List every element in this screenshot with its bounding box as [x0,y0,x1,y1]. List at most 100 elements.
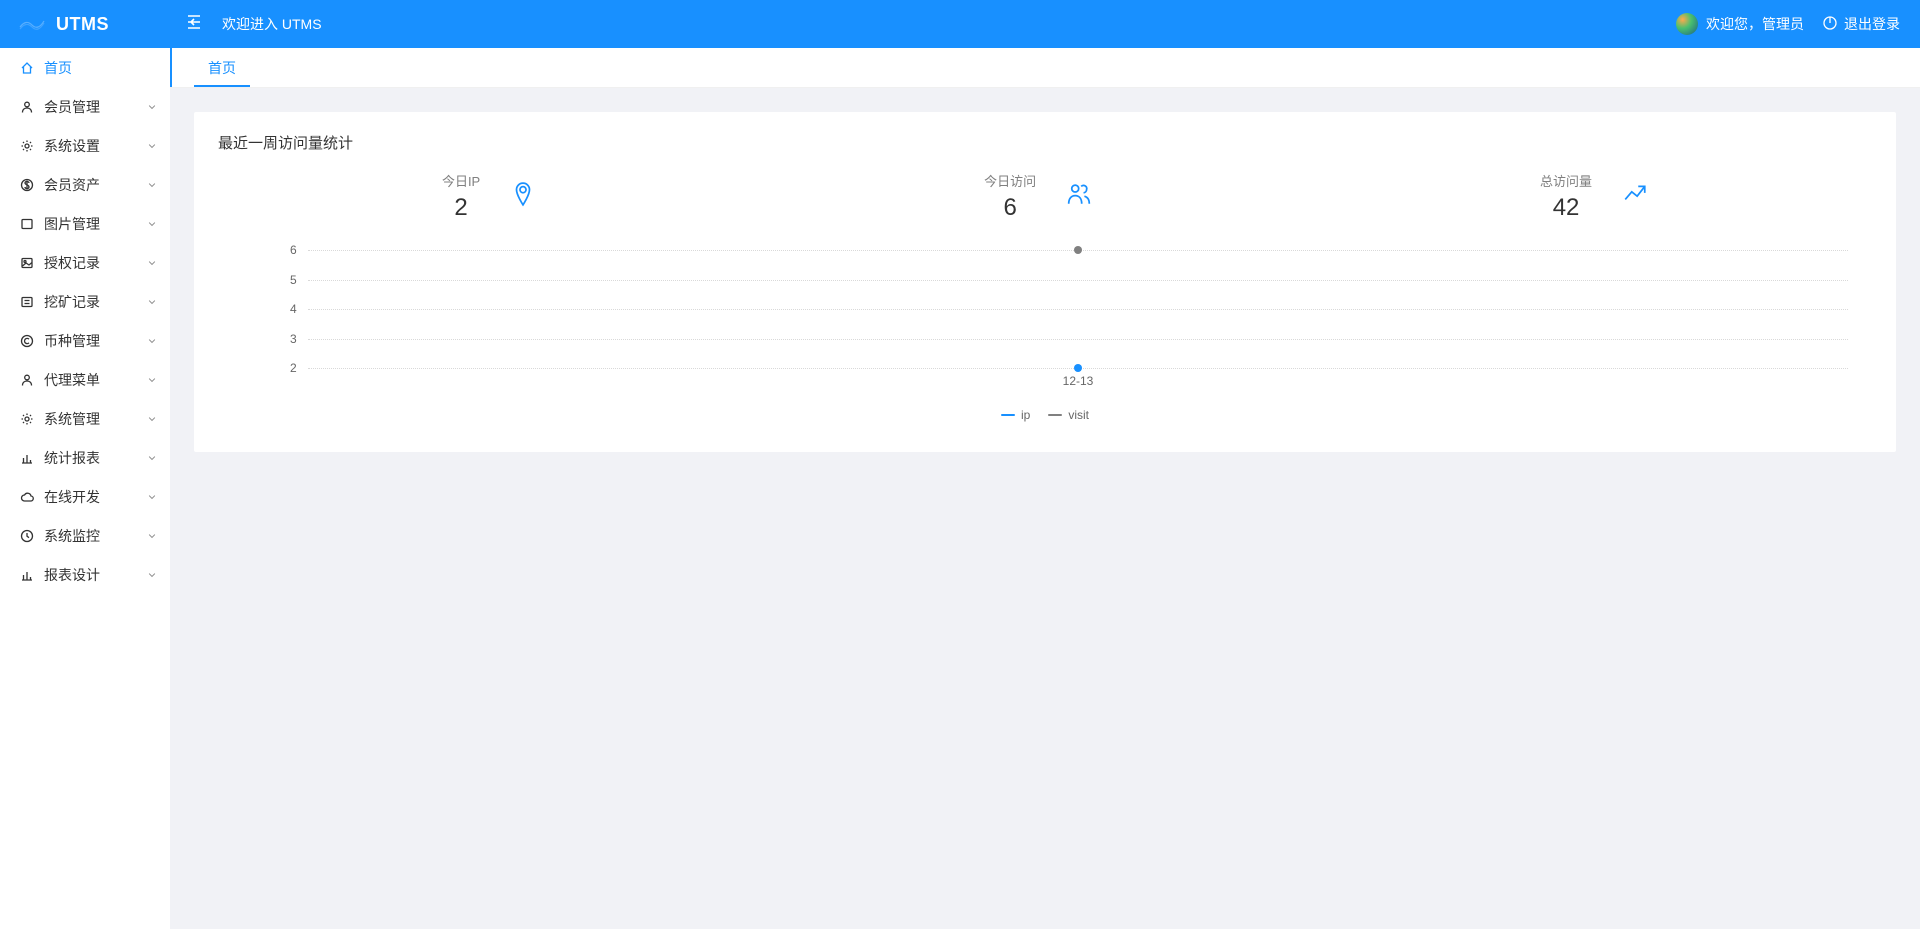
sidebar-item-label: 在线开发 [44,487,147,507]
sidebar-item-6[interactable]: 挖矿记录 [0,282,169,321]
sidebar-item-7[interactable]: 币种管理 [0,321,169,360]
sidebar-item-9[interactable]: 系统管理 [0,399,169,438]
chart-gridline [308,309,1848,310]
image-box-icon [20,217,34,231]
stat-label: 今日IP [442,171,480,190]
gear-icon [20,412,34,426]
sidebar-collapse-button[interactable] [170,13,218,36]
stat-value: 42 [1540,194,1592,222]
chevron-down-icon [147,180,157,190]
sidebar-item-13[interactable]: 报表设计 [0,555,169,594]
header-title: 欢迎进入 UTMS [218,14,322,34]
chevron-down-icon [147,297,157,307]
chart-ytick: 4 [290,302,297,316]
cloud-icon [20,490,34,504]
app-header: UTMS 欢迎进入 UTMS 欢迎您，管理员 退出登录 [0,0,1920,48]
logout-button[interactable]: 退出登录 [1822,14,1900,34]
legend-item-visit[interactable]: visit [1048,408,1089,422]
sidebar-item-3[interactable]: 会员资产 [0,165,169,204]
chart-point-visit [1074,246,1082,254]
home-icon [20,61,34,75]
trend-icon [1622,181,1648,212]
copyright-icon [20,334,34,348]
sidebar-item-label: 报表设计 [44,565,147,585]
chevron-down-icon [147,570,157,580]
user-icon [20,100,34,114]
logout-label: 退出登录 [1844,14,1900,34]
chevron-down-icon [147,531,157,541]
welcome-text: 欢迎您，管理员 [1706,14,1804,34]
logo-icon [18,17,46,31]
sidebar-item-label: 币种管理 [44,331,147,351]
legend-swatch-ip [1001,414,1015,417]
sidebar-item-label: 授权记录 [44,253,147,273]
chart-ytick: 3 [290,332,297,346]
chevron-down-icon [147,102,157,112]
chevron-down-icon [147,336,157,346]
dollar-icon [20,178,34,192]
sidebar-item-label: 会员资产 [44,175,147,195]
sidebar-item-label: 系统监控 [44,526,147,546]
sidebar-item-label: 统计报表 [44,448,147,468]
sidebar-item-12[interactable]: 系统监控 [0,516,169,555]
sidebar-item-1[interactable]: 会员管理 [0,87,169,126]
sidebar-item-label: 会员管理 [44,97,147,117]
chart-legend: ip visit [218,408,1872,422]
sidebar-item-4[interactable]: 图片管理 [0,204,169,243]
collapse-icon [185,13,203,36]
tab-bar: 首页 [170,48,1920,88]
bar-chart-icon [20,568,34,582]
header-right: 欢迎您，管理员 退出登录 [1676,13,1920,35]
legend-item-ip[interactable]: ip [1001,408,1030,422]
sidebar-item-5[interactable]: 授权记录 [0,243,169,282]
stat-2: 总访问量 42 [1540,171,1648,222]
pin-icon [510,181,536,212]
sidebar-item-11[interactable]: 在线开发 [0,477,169,516]
chevron-down-icon [147,219,157,229]
chart-gridline [308,280,1848,281]
chevron-down-icon [147,492,157,502]
card-title: 最近一周访问量统计 [218,132,1872,153]
stats-card: 最近一周访问量统计 今日IP2今日访问6总访问量42 2345612-13 ip… [194,112,1896,452]
chart-ytick: 6 [290,243,297,257]
sidebar-item-2[interactable]: 系统设置 [0,126,169,165]
chevron-down-icon [147,258,157,268]
chart-xlabel: 12-13 [1063,374,1094,388]
chart-ytick: 2 [290,361,297,375]
stat-1: 今日访问 6 [984,171,1092,222]
chevron-down-icon [147,414,157,424]
sidebar-item-10[interactable]: 统计报表 [0,438,169,477]
clock-icon [20,529,34,543]
sidebar-item-8[interactable]: 代理菜单 [0,360,169,399]
user-icon [20,373,34,387]
stats-row: 今日IP 2 今日访问 6 总访问量 42 [218,171,1872,222]
chevron-down-icon [147,141,157,151]
chart-gridline [308,339,1848,340]
chart-point-ip [1074,364,1082,372]
stat-label: 总访问量 [1540,171,1592,190]
sidebar-item-label: 图片管理 [44,214,147,234]
sidebar-item-label: 代理菜单 [44,370,147,390]
tab-0[interactable]: 首页 [184,48,260,87]
stat-label: 今日访问 [984,171,1036,190]
visits-chart: 2345612-13 ip visit [218,242,1872,422]
sidebar-item-label: 挖矿记录 [44,292,147,312]
legend-label-ip: ip [1021,408,1030,422]
content-area: 最近一周访问量统计 今日IP2今日访问6总访问量42 2345612-13 ip… [170,88,1920,929]
main-area: 首页 最近一周访问量统计 今日IP2今日访问6总访问量42 2345612-13… [170,48,1920,929]
sidebar-item-0[interactable]: 首页 [0,48,169,87]
avatar-icon [1676,13,1698,35]
stat-value: 2 [442,194,480,222]
chevron-down-icon [147,453,157,463]
gear-icon [20,139,34,153]
stat-value: 6 [984,194,1036,222]
user-menu[interactable]: 欢迎您，管理员 [1676,13,1804,35]
sidebar-item-label: 系统管理 [44,409,147,429]
logo-area: UTMS [0,14,170,35]
chevron-down-icon [147,375,157,385]
bar-chart-icon [20,451,34,465]
chart-grid: 2345612-13 [308,246,1848,364]
team-icon [1066,181,1092,212]
sidebar-item-label: 首页 [44,58,157,78]
stat-0: 今日IP 2 [442,171,536,222]
